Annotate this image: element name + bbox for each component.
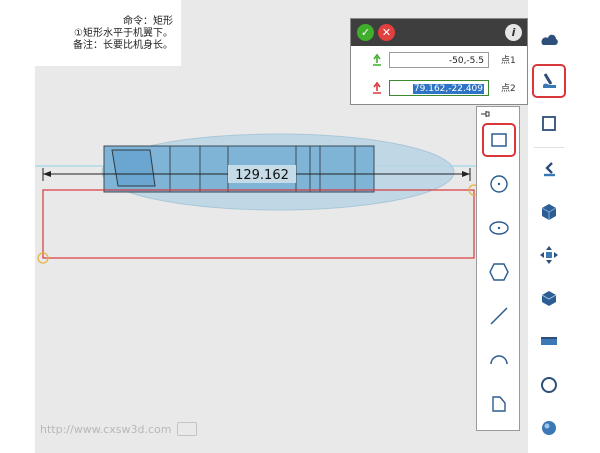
point1-input[interactable]: -50,-5.5 xyxy=(389,52,489,68)
note-step-line: ①矩形水平于机翼下。 xyxy=(74,28,173,39)
hexagon-tool-button[interactable] xyxy=(482,255,516,289)
cloud-shape-tool[interactable] xyxy=(532,22,566,56)
line-tool-button[interactable] xyxy=(482,299,516,333)
line-icon xyxy=(490,307,508,325)
right-toolbar xyxy=(528,0,600,453)
sphere-tool[interactable] xyxy=(532,411,566,445)
arc-icon xyxy=(490,355,508,365)
dimension-arrow-right xyxy=(462,171,470,177)
watermark-logo-icon xyxy=(177,422,198,436)
sphere-icon xyxy=(542,421,556,435)
note-command-line: 命令：矩形 xyxy=(123,16,173,27)
solid-tool[interactable] xyxy=(532,195,566,229)
confirm-check-icon[interactable]: ✓ xyxy=(357,24,374,41)
watermark: http://www.cxsw3d.com xyxy=(40,422,198,436)
square-icon xyxy=(542,116,556,131)
move-tool[interactable] xyxy=(532,238,566,272)
cancel-x-icon[interactable]: ✕ xyxy=(378,24,395,41)
note-remark-line: 备注：长要比机身长。 xyxy=(73,40,173,51)
polyline-icon xyxy=(492,396,506,412)
circle-icon xyxy=(490,175,508,193)
panel-pin-icon[interactable] xyxy=(480,110,490,118)
point2-value: 79.162,-22.409 xyxy=(412,84,484,94)
rectangle-tool-button[interactable] xyxy=(482,123,516,157)
shape-tools-panel xyxy=(476,106,520,431)
panel-tool[interactable] xyxy=(532,325,566,359)
watermark-text: http://www.cxsw3d.com xyxy=(40,422,172,436)
box-edit-tool[interactable] xyxy=(532,281,566,315)
rectangle-input-dialog: ✓ ✕ i -50,-5.5 点1 79.162,-22.409 点2 xyxy=(350,18,528,105)
polyline-tool-button[interactable] xyxy=(482,387,516,421)
sketch-tool[interactable] xyxy=(532,64,566,98)
move-arrows-icon xyxy=(540,246,558,264)
modify-tool[interactable] xyxy=(532,152,566,186)
panel-icon xyxy=(541,337,557,345)
cube-icon xyxy=(541,204,557,220)
ellipse-tool-button[interactable] xyxy=(482,211,516,245)
point2-input[interactable]: 79.162,-22.409 xyxy=(389,80,489,96)
rectangle-icon xyxy=(491,133,507,147)
toolbar-separator xyxy=(534,147,564,148)
point1-value: -50,-5.5 xyxy=(448,56,484,66)
pin-red-icon[interactable] xyxy=(371,81,383,95)
point2-row: 79.162,-22.409 点2 xyxy=(351,78,527,100)
dimension-value: 129.162 xyxy=(235,168,289,183)
wrench-icon xyxy=(544,162,555,177)
hexagon-icon xyxy=(489,263,509,281)
info-icon[interactable]: i xyxy=(505,24,522,41)
circle-tool-button[interactable] xyxy=(482,167,516,201)
dialog-header: ✓ ✕ i xyxy=(351,19,527,46)
dimension-arrow-left xyxy=(43,171,51,177)
ellipse-icon xyxy=(489,221,509,235)
pin-green-icon[interactable] xyxy=(371,53,383,67)
command-note: 命令：矩形 ①矩形水平于机翼下。 备注：长要比机身长。 xyxy=(35,0,181,66)
box-edit-icon xyxy=(541,291,557,306)
cockpit-frame xyxy=(111,149,156,187)
point1-row: -50,-5.5 点1 xyxy=(351,50,527,72)
point1-label: 点1 xyxy=(501,56,516,66)
sketch-pen-icon xyxy=(543,73,556,88)
circle-outline-icon xyxy=(541,377,557,393)
arc-tool-button[interactable] xyxy=(482,343,516,377)
square-tool[interactable] xyxy=(532,107,566,141)
circle-outline-tool[interactable] xyxy=(532,368,566,402)
cloud-shape-icon xyxy=(541,34,558,45)
point2-label: 点2 xyxy=(501,84,516,94)
